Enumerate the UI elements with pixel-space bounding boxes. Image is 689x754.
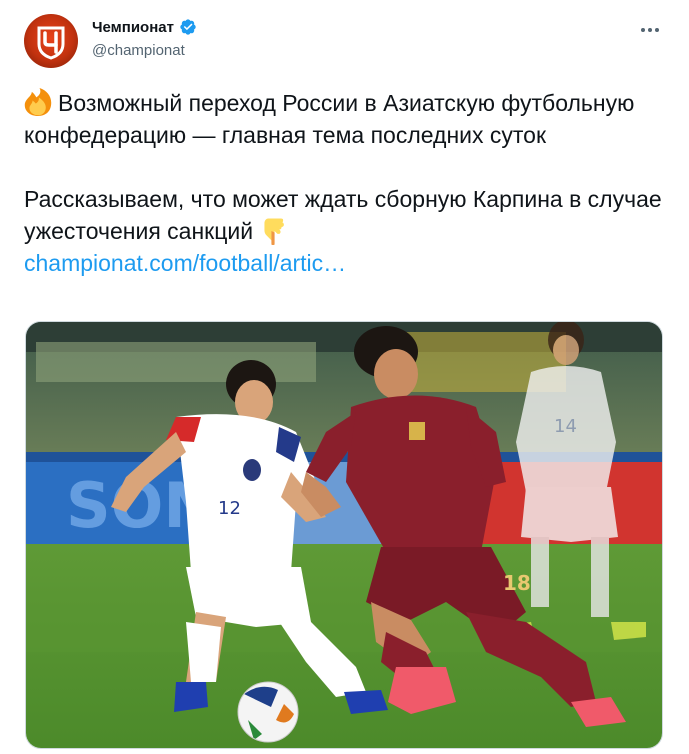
tweet-photo[interactable]: SON 14 12 18 bbox=[25, 321, 663, 749]
football-match-photo: SON 14 12 18 bbox=[26, 322, 662, 748]
tweet-text-line2: Рассказываем, что может ждать сборную Ка… bbox=[24, 186, 662, 244]
tweet-paragraph-2: Рассказываем, что может ждать сборную Ка… bbox=[24, 183, 664, 279]
article-link[interactable]: championat.com/football/artic… bbox=[24, 250, 346, 276]
account-handle[interactable]: @championat bbox=[92, 42, 185, 59]
more-options-icon bbox=[641, 28, 645, 32]
account-name-row[interactable]: Чемпионат bbox=[92, 18, 197, 36]
tweet-paragraph-1: Возможный переход России в Азиатскую фут… bbox=[24, 87, 664, 151]
display-name[interactable]: Чемпионат bbox=[92, 19, 174, 36]
svg-text:12: 12 bbox=[218, 498, 241, 519]
svg-text:18: 18 bbox=[503, 571, 531, 595]
pointing-down-emoji-icon bbox=[264, 218, 284, 245]
svg-text:14: 14 bbox=[554, 416, 577, 437]
avatar[interactable] bbox=[24, 14, 78, 68]
championat-logo-icon bbox=[37, 26, 65, 60]
verified-badge-icon bbox=[180, 19, 196, 35]
more-dot bbox=[648, 28, 652, 32]
tweet-text-line1: Возможный переход России в Азиатскую фут… bbox=[24, 90, 635, 148]
football-ball bbox=[237, 681, 299, 743]
tweet-card: Чемпионат @championat Возможный переход … bbox=[0, 0, 689, 754]
fire-emoji-icon bbox=[24, 88, 52, 116]
more-options-button[interactable] bbox=[632, 16, 668, 44]
tweet-text: Возможный переход России в Азиатскую фут… bbox=[24, 87, 664, 279]
more-dot bbox=[655, 28, 659, 32]
